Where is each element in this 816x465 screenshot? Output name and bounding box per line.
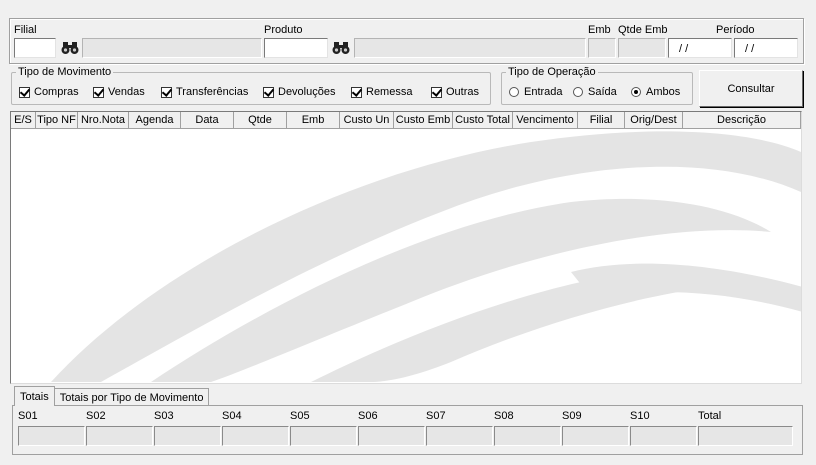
total-value-total [698,426,793,446]
radio-saida[interactable]: Saída [573,86,617,98]
produto-input[interactable] [264,38,328,58]
total-label-s05: S05 [290,410,310,422]
qtde-emb-label: Qtde Emb [618,24,668,36]
total-label-s01: S01 [18,410,38,422]
watermark-logo-icon [51,131,801,382]
total-value-s10 [630,426,697,446]
total-label-s06: S06 [358,410,378,422]
periodo-label: Período [716,24,755,36]
total-value-s05 [290,426,357,446]
tab-totais-por-tipo[interactable]: Totais por Tipo de Movimento [53,388,210,406]
tipo-operacao-legend: Tipo de Operação [508,66,596,78]
col-tipo-nf[interactable]: Tipo NF [36,112,78,129]
radio-icon[interactable] [573,87,583,97]
filial-description [82,38,262,58]
total-value-s07 [426,426,493,446]
total-value-s09 [562,426,629,446]
binoculars-icon[interactable] [60,38,80,58]
total-label-total: Total [698,410,722,422]
total-label-s10: S10 [630,410,650,422]
checkbox-vendas[interactable]: Vendas [93,86,145,98]
filial-label: Filial [14,24,37,36]
radio-entrada[interactable]: Entrada [509,86,563,98]
checkbox-checked-icon[interactable] [19,86,30,98]
col-nro-nota[interactable]: Nro.Nota [78,112,129,129]
checkbox-remessa[interactable]: Remessa [351,86,412,98]
total-label-s08: S08 [494,410,514,422]
checkbox-checked-icon[interactable] [263,86,274,98]
col-qtde[interactable]: Qtde [234,112,287,129]
periodo-ate-input[interactable]: / / [734,38,798,58]
filial-input[interactable] [14,38,56,58]
col-custo-emb[interactable]: Custo Emb [394,112,453,129]
tipo-movimento-legend: Tipo de Movimento [18,66,112,78]
emb-label: Emb [588,24,611,36]
results-grid[interactable]: E/S Tipo NF Nro.Nota Agenda Data Qtde Em… [10,111,802,384]
tab-totais[interactable]: Totais [14,386,55,406]
grid-header: E/S Tipo NF Nro.Nota Agenda Data Qtde Em… [11,112,801,129]
radio-icon[interactable] [509,87,519,97]
total-label-s09: S09 [562,410,582,422]
col-es[interactable]: E/S [11,112,36,129]
total-label-s03: S03 [154,410,174,422]
binoculars-icon[interactable] [331,38,351,58]
col-custo-total[interactable]: Custo Total [453,112,513,129]
total-value-s02 [86,426,153,446]
checkbox-checked-icon[interactable] [161,86,172,98]
total-value-s04 [222,426,289,446]
radio-selected-icon[interactable] [631,87,641,97]
produto-label: Produto [264,24,303,36]
checkbox-transferencias[interactable]: Transferências [161,86,248,98]
emb-field [588,38,616,58]
checkbox-devolucoes[interactable]: Devoluções [263,86,335,98]
total-value-s06 [358,426,425,446]
totals-tabs: Totais Totais por Tipo de Movimento [14,386,210,406]
col-orig-dest[interactable]: Orig/Dest [625,112,683,129]
col-filial[interactable]: Filial [578,112,625,129]
total-value-s03 [154,426,221,446]
checkbox-compras[interactable]: Compras [19,86,79,98]
checkbox-checked-icon[interactable] [351,86,362,98]
tipo-movimento-group: Tipo de Movimento [11,67,491,105]
col-emb[interactable]: Emb [287,112,340,129]
checkbox-checked-icon[interactable] [431,86,442,98]
total-label-s02: S02 [86,410,106,422]
col-agenda[interactable]: Agenda [129,112,181,129]
consultar-button[interactable]: Consultar [699,70,803,107]
periodo-de-input[interactable]: / / [668,38,732,58]
total-label-s04: S04 [222,410,242,422]
col-custo-un[interactable]: Custo Un [340,112,394,129]
total-value-s08 [494,426,561,446]
radio-ambos[interactable]: Ambos [631,86,680,98]
qtde-emb-field [618,38,666,58]
col-vencimento[interactable]: Vencimento [513,112,578,129]
total-value-s01 [18,426,85,446]
checkbox-checked-icon[interactable] [93,86,104,98]
total-label-s07: S07 [426,410,446,422]
checkbox-outras[interactable]: Outras [431,86,479,98]
col-descricao[interactable]: Descrição [683,112,801,129]
produto-description [354,38,586,58]
col-data[interactable]: Data [181,112,234,129]
